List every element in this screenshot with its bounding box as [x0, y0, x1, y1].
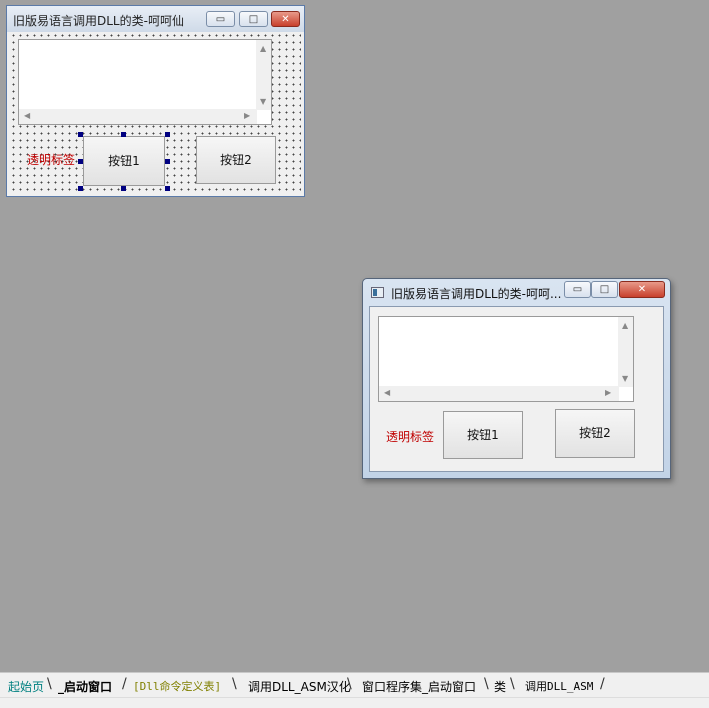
- selection-handle[interactable]: [78, 159, 83, 164]
- scroll-up-icon[interactable]: ▲: [622, 321, 628, 330]
- selection-handle[interactable]: [78, 132, 83, 137]
- designer-form-canvas[interactable]: ▲ ▼ ◀ ▶ 透明标签 按钮1 按钮2: [10, 32, 301, 194]
- tab-separator: \: [484, 676, 489, 692]
- tab-window-assembly[interactable]: 窗口程序集_启动窗口: [362, 678, 476, 695]
- selection-handle[interactable]: [121, 132, 126, 137]
- selection-handle[interactable]: [165, 186, 170, 191]
- tab-dll-asm[interactable]: 调用DLL_ASM: [525, 678, 593, 694]
- close-button[interactable]: ✕: [271, 11, 300, 27]
- tab-separator: \: [347, 676, 352, 692]
- tab-separator: /: [122, 676, 127, 692]
- selection-handle[interactable]: [78, 186, 83, 191]
- scroll-down-icon[interactable]: ▼: [260, 97, 266, 106]
- tab-separator: \: [47, 676, 52, 692]
- selection-handle[interactable]: [165, 159, 170, 164]
- tab-dll-asm-chinese[interactable]: 调用DLL_ASM汉化: [248, 678, 351, 695]
- transparent-label[interactable]: 透明标签: [27, 151, 75, 168]
- tab-startup-window[interactable]: _启动窗口: [58, 678, 112, 695]
- scroll-up-icon[interactable]: ▲: [260, 44, 266, 53]
- status-strip: [0, 697, 709, 708]
- minimize-button[interactable]: ▭: [206, 11, 235, 27]
- button-1[interactable]: 按钮1: [83, 136, 165, 186]
- button-2[interactable]: 按钮2: [196, 136, 276, 184]
- selection-handle[interactable]: [165, 132, 170, 137]
- tab-separator: \: [510, 676, 515, 692]
- preview-window[interactable]: 旧版易语言调用DLL的类-呵呵... ▭ □ ✕ ▲ ▼ ◀ ▶ 透明标签 按钮…: [362, 278, 671, 479]
- minimize-button[interactable]: ▭: [564, 281, 591, 298]
- vertical-scrollbar[interactable]: ▲ ▼: [618, 317, 633, 387]
- app-icon: [371, 287, 384, 298]
- scroll-right-icon[interactable]: ▶: [244, 111, 250, 120]
- designer-titlebar[interactable]: 旧版易语言调用DLL的类-呵呵仙 ▭ □ ✕: [7, 6, 304, 32]
- button-2[interactable]: 按钮2: [555, 409, 635, 458]
- scroll-down-icon[interactable]: ▼: [622, 374, 628, 383]
- transparent-label: 透明标签: [386, 430, 435, 444]
- scroll-right-icon[interactable]: ▶: [605, 388, 611, 397]
- horizontal-scrollbar[interactable]: ◀ ▶: [19, 109, 257, 124]
- preview-client-area: ▲ ▼ ◀ ▶ 透明标签 按钮1 按钮2: [369, 306, 664, 472]
- tab-separator: /: [600, 676, 605, 692]
- tab-start-page[interactable]: 起始页: [8, 678, 44, 695]
- editbox[interactable]: ▲ ▼ ◀ ▶: [18, 39, 272, 125]
- tab-dll-command-table[interactable]: [Dll命令定义表]: [133, 678, 221, 694]
- designer-window[interactable]: 旧版易语言调用DLL的类-呵呵仙 ▭ □ ✕ ▲ ▼ ◀ ▶ 透明标签 按钮1 …: [6, 5, 305, 197]
- horizontal-scrollbar[interactable]: ◀ ▶: [379, 386, 619, 401]
- preview-title: 旧版易语言调用DLL的类-呵呵...: [391, 287, 562, 301]
- editbox[interactable]: ▲ ▼ ◀ ▶: [378, 316, 634, 402]
- vertical-scrollbar[interactable]: ▲ ▼: [256, 40, 271, 110]
- scroll-left-icon[interactable]: ◀: [384, 388, 390, 397]
- button-1[interactable]: 按钮1: [443, 411, 523, 459]
- selection-handle[interactable]: [121, 186, 126, 191]
- maximize-button[interactable]: □: [239, 11, 268, 27]
- maximize-button[interactable]: □: [591, 281, 618, 298]
- close-button[interactable]: ✕: [619, 281, 665, 298]
- tab-class[interactable]: 类: [494, 678, 506, 695]
- designer-title: 旧版易语言调用DLL的类-呵呵仙: [13, 14, 184, 28]
- scroll-left-icon[interactable]: ◀: [24, 111, 30, 120]
- tab-separator: \: [232, 676, 237, 692]
